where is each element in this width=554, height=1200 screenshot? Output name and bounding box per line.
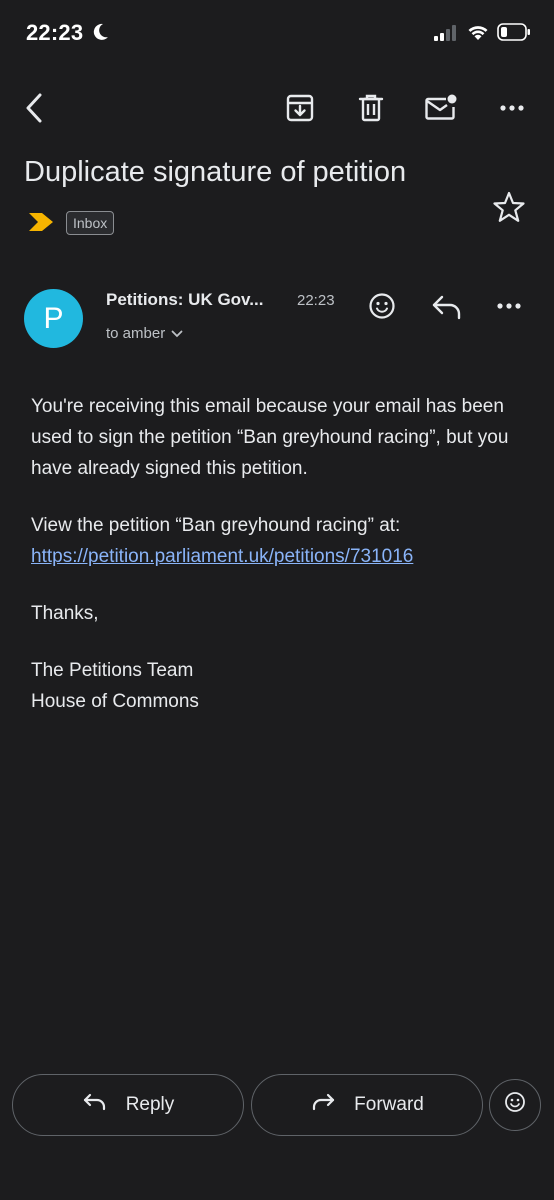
- reply-button[interactable]: Reply: [12, 1074, 244, 1136]
- chevron-down-icon: [171, 325, 183, 342]
- reply-icon: [82, 1091, 108, 1119]
- signature-line: House of Commons: [31, 691, 199, 712]
- signature-line: The Petitions Team: [31, 660, 194, 681]
- forward-button[interactable]: Forward: [251, 1074, 483, 1136]
- battery-icon: [497, 23, 531, 46]
- mark-unread-icon[interactable]: [421, 88, 461, 128]
- body-paragraph-link: View the petition “Ban greyhound racing”…: [31, 510, 531, 572]
- body-paragraph: You're receiving this email because your…: [31, 396, 509, 479]
- status-time: 22:23: [26, 20, 84, 45]
- signature: The Petitions Team House of Commons: [31, 655, 531, 717]
- react-emoji-icon[interactable]: [364, 288, 400, 329]
- email-subject: Duplicate signature of petition: [24, 156, 407, 188]
- emoji-reaction-button[interactable]: [489, 1079, 541, 1131]
- forward-icon: [310, 1091, 336, 1119]
- trash-icon[interactable]: [351, 88, 391, 128]
- cellular-signal-icon: [434, 25, 460, 46]
- avatar[interactable]: P: [24, 289, 83, 348]
- do-not-disturb-icon: [93, 23, 109, 46]
- petition-link[interactable]: https://petition.parliament.uk/petitions…: [31, 546, 413, 567]
- important-marker-icon[interactable]: [28, 212, 54, 237]
- back-arrow-icon[interactable]: [14, 88, 54, 128]
- thanks-text: Thanks,: [31, 603, 99, 624]
- star-icon[interactable]: [492, 190, 526, 229]
- emoji-icon: [503, 1090, 527, 1120]
- reply-icon[interactable]: [428, 288, 466, 329]
- sender-name[interactable]: Petitions: UK Gov...: [106, 290, 263, 310]
- inbox-label[interactable]: Inbox: [66, 211, 115, 235]
- archive-icon[interactable]: [280, 88, 320, 128]
- recipient-details[interactable]: to amber: [106, 325, 183, 342]
- reply-label: Reply: [125, 1094, 175, 1115]
- body-text: View the petition “Ban greyhound racing”…: [31, 515, 401, 536]
- forward-label: Forward: [354, 1094, 424, 1115]
- sent-time: 22:23: [297, 292, 335, 309]
- more-vertical-icon[interactable]: [492, 88, 532, 128]
- more-options-icon[interactable]: [496, 288, 522, 329]
- recipient-text: to amber: [106, 325, 166, 342]
- email-body: You're receiving this email because your…: [31, 391, 531, 743]
- wifi-icon: [467, 23, 489, 46]
